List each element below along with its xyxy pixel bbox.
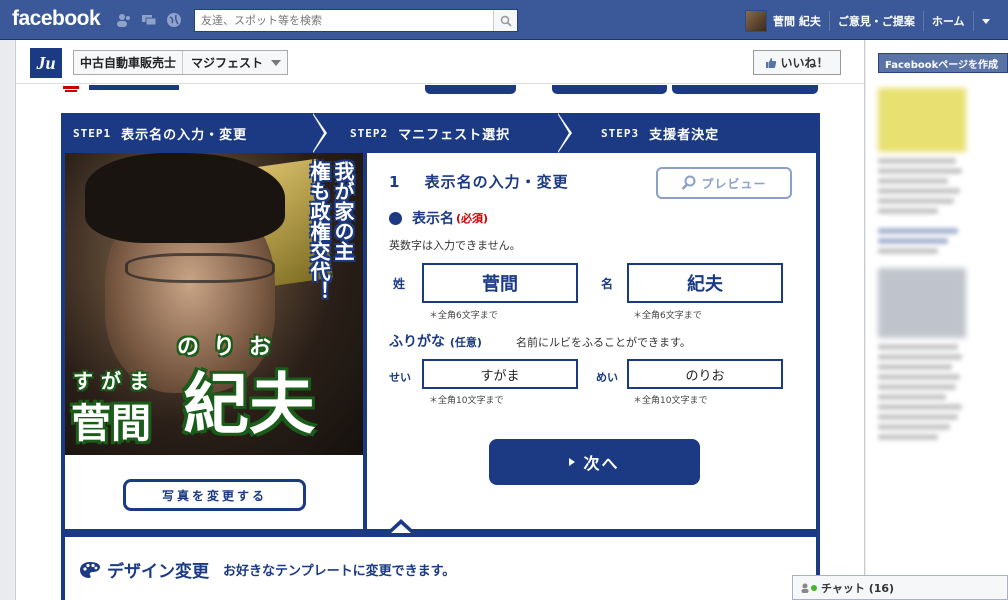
ju-logo[interactable]: Ju bbox=[30, 48, 62, 78]
mei-kana-input[interactable]: のりお bbox=[627, 359, 783, 389]
person-icon bbox=[801, 583, 809, 593]
notifications-globe-icon[interactable] bbox=[166, 12, 182, 28]
page-name[interactable]: 中古自動車販売士 bbox=[74, 51, 184, 74]
bullet-icon bbox=[389, 211, 402, 225]
palette-icon bbox=[80, 561, 100, 578]
mei-label: 名 bbox=[601, 277, 614, 291]
mei-kana-label: めい bbox=[596, 371, 618, 384]
profile-link[interactable]: 菅間 紀夫 bbox=[773, 13, 821, 29]
sei-kana-hint: ＊全角10文字まで bbox=[429, 396, 504, 406]
poster-ruby-given: のりお bbox=[177, 335, 286, 360]
required-badge: (必須) bbox=[456, 212, 489, 225]
poster-given-name: 紀夫 bbox=[183, 366, 315, 443]
magnifier-icon bbox=[682, 175, 696, 190]
poster-preview-column: 我が家の主 権も政権交代！ のりお すがま 菅間 紀夫 写真を変更する bbox=[65, 153, 367, 529]
like-button[interactable]: いいね！ bbox=[753, 50, 841, 75]
poster-photo: 我が家の主 権も政権交代！ のりお すがま 菅間 紀夫 bbox=[65, 153, 363, 455]
search-input[interactable] bbox=[195, 10, 493, 31]
ad-image[interactable] bbox=[878, 268, 966, 338]
chevron-down-icon bbox=[981, 18, 990, 24]
poster-ruby-family: すがま bbox=[73, 369, 157, 393]
feedback-link[interactable]: ご意見・ご提案 bbox=[838, 13, 915, 29]
account-menu-button[interactable] bbox=[981, 18, 990, 24]
furigana-heading: ふりがな (任意) bbox=[389, 334, 482, 350]
topbar-nav: 菅間 紀夫 ご意見・ご提案 ホーム bbox=[745, 9, 990, 33]
section-title: 1 表示名の入力・変更 bbox=[389, 173, 569, 191]
app-content: STEP1 表示名の入力・変更 STEP2 マニフェスト選択 STEP3 支援者… bbox=[16, 85, 864, 600]
next-button[interactable]: 次へ bbox=[489, 439, 700, 485]
alnum-note: 英数字は入力できません。 bbox=[389, 239, 521, 252]
mei-input[interactable]: 紀夫 bbox=[627, 263, 783, 303]
app-logo-fragment bbox=[63, 85, 179, 92]
search-box bbox=[194, 9, 518, 32]
nav-divider bbox=[972, 11, 974, 31]
sei-input[interactable]: 菅間 bbox=[422, 263, 578, 303]
chevron-down-icon bbox=[271, 59, 282, 66]
mei-kana-hint: ＊全角10文字まで bbox=[633, 396, 708, 406]
thumbs-up-icon bbox=[766, 57, 777, 68]
step-2: STEP2 マニフェスト選択 bbox=[326, 113, 572, 153]
nav-divider bbox=[922, 11, 924, 31]
like-label: いいね！ bbox=[780, 56, 829, 70]
preview-button[interactable]: プレビュー bbox=[656, 167, 792, 199]
chat-bar[interactable]: チャット (16) bbox=[792, 575, 1008, 600]
search-button[interactable] bbox=[493, 10, 517, 31]
nav-divider bbox=[828, 11, 830, 31]
step1-panel: 我が家の主 権も政権交代！ のりお すがま 菅間 紀夫 写真を変更する 1 表示… bbox=[61, 153, 820, 533]
friend-requests-icon[interactable] bbox=[116, 12, 132, 28]
sei-hint: ＊全角6文字まで bbox=[429, 311, 498, 321]
facebook-topbar: facebook 菅間 紀夫 ご意見・ご提案 ホーム bbox=[0, 0, 1008, 40]
play-arrow-icon bbox=[569, 458, 576, 466]
page-container: Ju 中古自動車販売士 マジフェスト いいね！ STEP1 表示名の入力・変更 bbox=[15, 40, 865, 600]
facebook-logo[interactable]: facebook bbox=[12, 7, 101, 31]
home-link[interactable]: ホーム bbox=[932, 13, 965, 29]
step-3: STEP3 支援者決定 bbox=[601, 126, 720, 143]
nav-tab-fragment[interactable] bbox=[672, 85, 818, 94]
display-name-heading: 表示名 (必須) bbox=[389, 208, 488, 228]
app-name-dropdown[interactable]: 中古自動車販売士 マジフェスト bbox=[73, 50, 289, 75]
ad-image[interactable] bbox=[878, 88, 966, 152]
sei-kana-input[interactable]: すがま bbox=[422, 359, 578, 389]
app-header: Ju 中古自動車販売士 マジフェスト いいね！ bbox=[16, 40, 864, 84]
online-status-icon bbox=[811, 584, 817, 591]
furigana-note: 名前にルビをふることができます。 bbox=[516, 336, 691, 349]
name-form: 1 表示名の入力・変更 プレビュー 表示名 (必須) 英数字は入力できません。 … bbox=[371, 153, 816, 529]
mei-hint: ＊全角6文字まで bbox=[633, 311, 702, 321]
design-change-section: デザイン変更 お好きなテンプレートに変更できます。 bbox=[61, 533, 820, 600]
messages-icon[interactable] bbox=[141, 12, 157, 28]
chat-label: チャット (16) bbox=[821, 581, 895, 595]
sei-kana-label: せい bbox=[389, 371, 411, 384]
sei-label: 姓 bbox=[393, 277, 406, 291]
poster-slogan: 我が家の主 権も政権交代！ bbox=[307, 161, 355, 301]
right-sidebar: Facebookページを作成 bbox=[866, 40, 1008, 600]
app-name: マジフェスト bbox=[191, 56, 264, 70]
step-progress-bar: STEP1 表示名の入力・変更 STEP2 マニフェスト選択 STEP3 支援者… bbox=[61, 113, 820, 153]
change-photo-button[interactable]: 写真を変更する bbox=[123, 479, 306, 511]
avatar[interactable] bbox=[745, 10, 767, 32]
design-change-heading[interactable]: デザイン変更 お好きなテンプレートに変更できます。 bbox=[79, 557, 455, 582]
nav-tab-fragment[interactable] bbox=[425, 85, 516, 94]
nav-tab-fragment[interactable] bbox=[552, 85, 667, 94]
poster-family-name: 菅間 bbox=[71, 401, 151, 447]
search-icon bbox=[500, 15, 512, 27]
design-change-note: お好きなテンプレートに変更できます。 bbox=[223, 564, 456, 579]
step-1: STEP1 表示名の入力・変更 bbox=[61, 113, 327, 153]
create-page-button[interactable]: Facebookページを作成 bbox=[878, 53, 1008, 73]
